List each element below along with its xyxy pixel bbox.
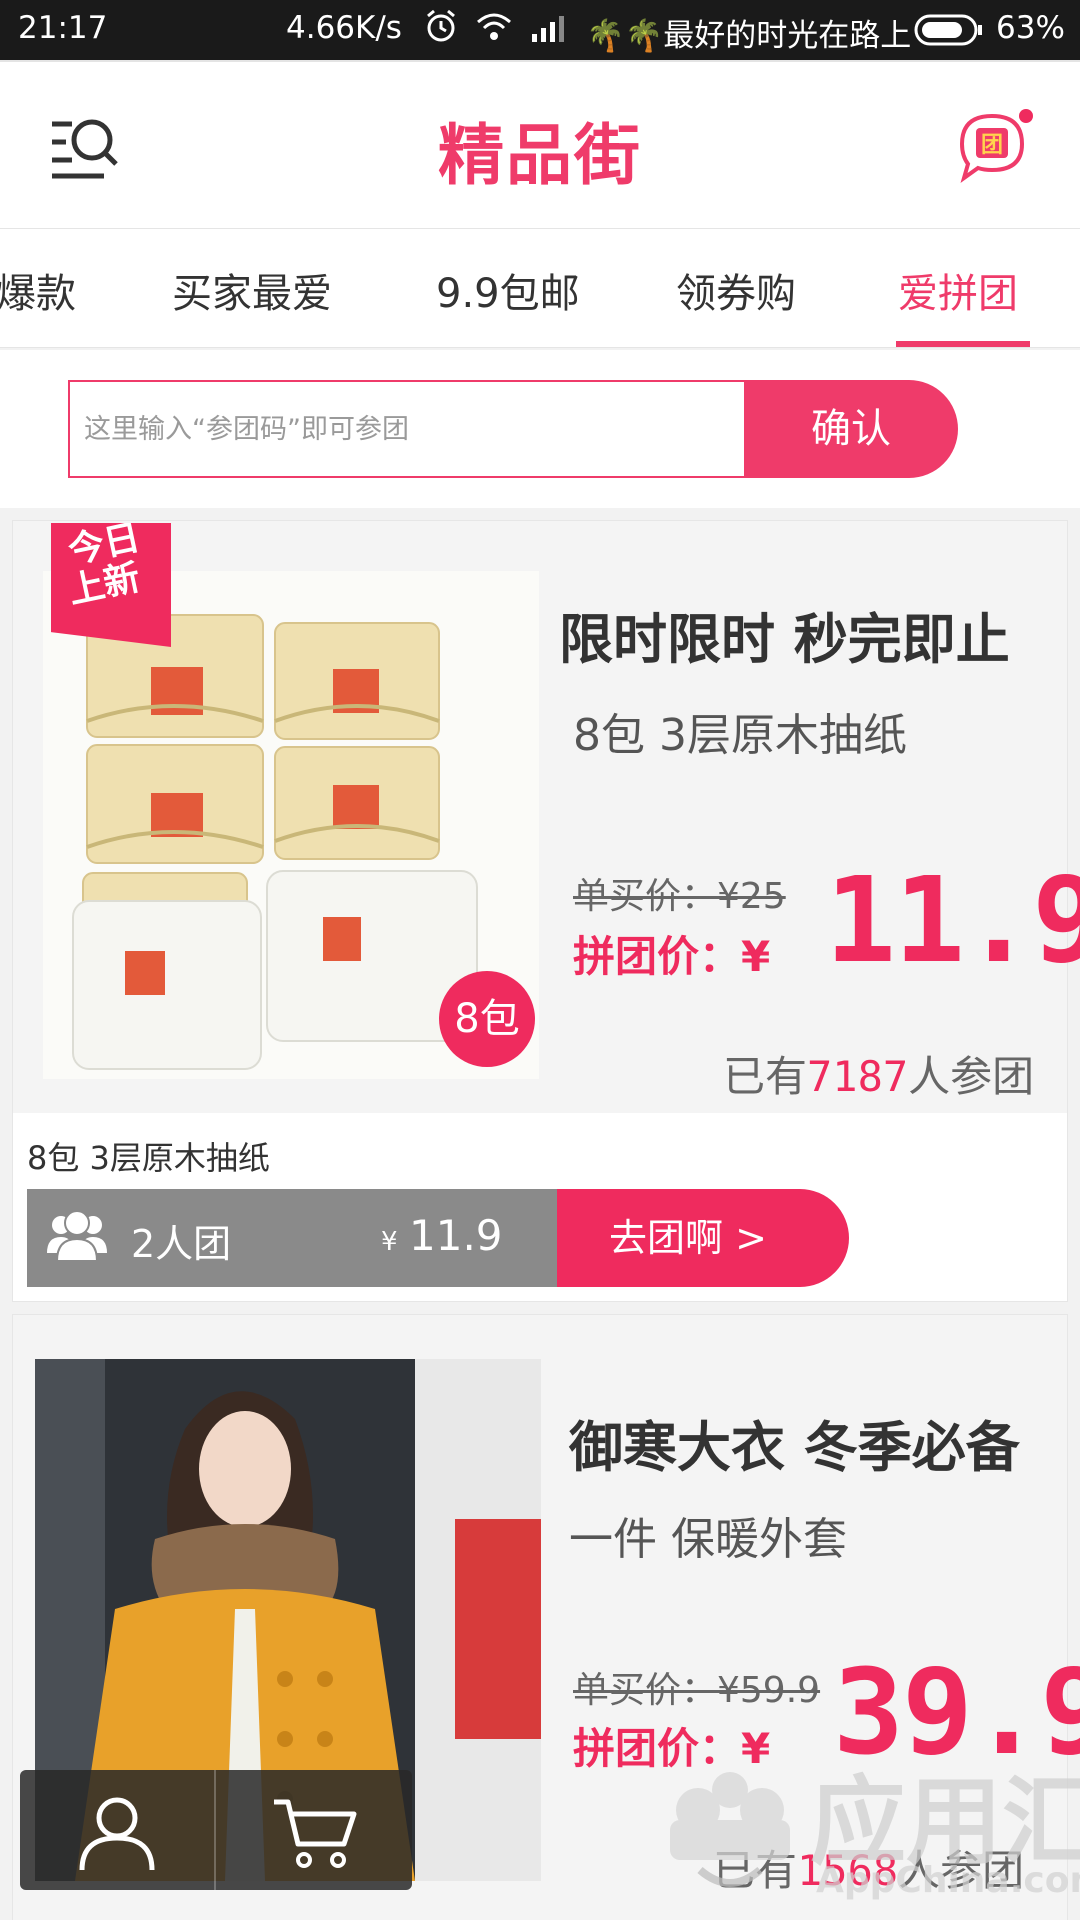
signal-icon: [530, 12, 570, 50]
wifi-icon: [474, 10, 514, 50]
product-title: 8包 3层原木抽纸: [27, 1139, 270, 1177]
product-image-tissue[interactable]: 8包: [43, 571, 539, 1079]
floating-bottom-nav: [20, 1770, 412, 1890]
original-price: 单买价：¥59.9: [573, 1670, 821, 1711]
appchina-watermark: 应用汇 AppChina.com: [640, 1740, 1080, 1920]
team-currency: ¥: [381, 1227, 398, 1257]
tab-coupons[interactable]: 领券购: [676, 261, 796, 319]
product-headline: 限时限时 秒完即止: [559, 608, 1010, 671]
product-summary[interactable]: 8包 今日 上新 限时限时 秒完即止 8包 3层原木抽纸 单买价：¥25 拼团价…: [13, 521, 1080, 1113]
status-bar: 21:17 4.66K/s 🌴🌴最好的时光在路上 63%: [0, 0, 1080, 60]
user-icon[interactable]: [72, 1792, 162, 1872]
group-price: 11.9: [825, 851, 1080, 989]
status-time: 21:17: [18, 10, 108, 46]
group-code-input[interactable]: [68, 380, 744, 478]
team-size: 2人团: [131, 1222, 232, 1266]
status-carrier: 🌴🌴最好的时光在路上: [586, 18, 912, 54]
team-price: 11.9: [409, 1211, 503, 1260]
confirm-button[interactable]: 确认: [744, 380, 958, 478]
joined-count: 已有7187人参团: [723, 1052, 1035, 1101]
join-group-button[interactable]: 去团啊 >: [557, 1189, 849, 1287]
alarm-icon: [424, 8, 458, 52]
status-battery: 63%: [996, 10, 1065, 46]
pack-count-badge: 8包: [439, 971, 535, 1067]
nav-divider: [214, 1770, 216, 1890]
page-title: 精品街: [438, 117, 642, 194]
watermark-subtext: AppChina.com: [816, 1860, 1080, 1901]
tab-group-buy[interactable]: 爱拼团: [898, 261, 1018, 319]
group-price-label: 拼团价：¥: [573, 932, 771, 981]
product-subline: 8包 3层原木抽纸: [573, 710, 907, 761]
product-card[interactable]: 8包 今日 上新 限时限时 秒完即止 8包 3层原木抽纸 单买价：¥25 拼团价…: [12, 520, 1080, 1302]
status-network-speed: 4.66K/s: [286, 10, 402, 46]
product-subline: 一件 保暖外套: [569, 1514, 847, 1565]
tab-buyers-favorite[interactable]: 买家最爱: [172, 261, 332, 319]
tab-free-shipping[interactable]: 9.9包邮: [436, 261, 580, 319]
cart-icon[interactable]: [270, 1794, 360, 1874]
team-info-bar: 2人团 ¥ 11.9: [27, 1189, 557, 1287]
tab-hot[interactable]: 爆款: [0, 261, 76, 319]
original-price: 单买价：¥25: [573, 876, 786, 917]
group-chat-icon[interactable]: 团: [954, 108, 1036, 184]
people-icon: [45, 1207, 109, 1263]
active-tab-indicator: [896, 341, 1030, 347]
product-headline: 御寒大衣 冬季必备: [569, 1416, 1020, 1479]
app-header: 精品街 团: [0, 60, 1080, 228]
battery-icon: [914, 14, 984, 54]
watermark-logo-icon: [670, 1772, 790, 1887]
new-today-badge: 今日 上新: [51, 523, 171, 647]
category-tabs: 爆款 买家最爱 9.9包邮 领券购 爱拼团: [0, 228, 1080, 348]
group-code-bar: 确认: [0, 350, 1080, 508]
group-icon-text: 团: [981, 133, 1003, 158]
